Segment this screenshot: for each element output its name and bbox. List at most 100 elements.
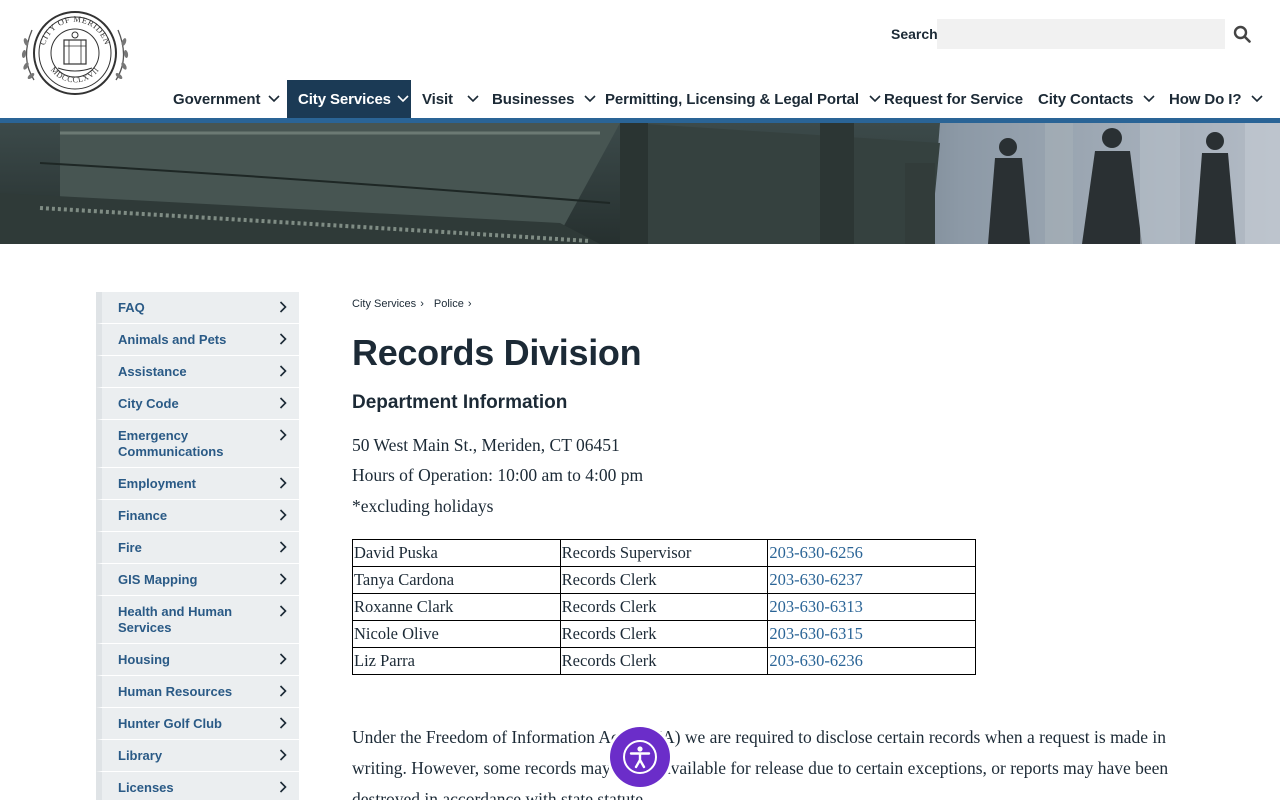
- search-icon: [1233, 25, 1251, 43]
- chevron-right-icon: [279, 685, 287, 701]
- site-header: CITY OF MERIDEN MDCCCLXVII Search Govern…: [0, 0, 1280, 118]
- nav-label: Businesses: [492, 90, 575, 108]
- contact-phone-link[interactable]: 203-630-6313: [767, 593, 976, 621]
- chevron-right-icon: [279, 365, 287, 381]
- nav-visit[interactable]: Visit: [412, 80, 489, 118]
- breadcrumb-separator: ›: [420, 298, 424, 310]
- table-row: David Puska Records Supervisor 203-630-6…: [352, 539, 976, 567]
- chevron-down-icon: [268, 95, 280, 103]
- contact-role: Records Clerk: [559, 566, 769, 594]
- sidebar-item-faq[interactable]: FAQ: [96, 292, 299, 324]
- sidebar-item-housing[interactable]: Housing: [96, 644, 299, 676]
- contact-phone-link[interactable]: 203-630-6236: [767, 647, 976, 675]
- nav-request-for-service[interactable]: Request for Service: [874, 80, 1033, 118]
- nav-city-contacts[interactable]: City Contacts: [1028, 80, 1165, 118]
- sidebar-item-library[interactable]: Library: [96, 740, 299, 772]
- sidebar-item-gis-mapping[interactable]: GIS Mapping: [96, 564, 299, 596]
- sidebar-item-health-and-human-services[interactable]: Health and Human Services: [96, 596, 299, 644]
- sidebar-item-label: Finance: [118, 508, 168, 523]
- chevron-right-icon: [279, 605, 287, 621]
- chevron-right-icon: [279, 509, 287, 525]
- table-row: Roxanne Clark Records Clerk 203-630-6313: [352, 593, 976, 621]
- sidebar-item-label: Hunter Golf Club: [118, 716, 222, 731]
- chevron-right-icon: [279, 653, 287, 669]
- chevron-right-icon: [279, 541, 287, 557]
- contact-name: Nicole Olive: [352, 620, 561, 648]
- table-row: Nicole Olive Records Clerk 203-630-6315: [352, 620, 976, 648]
- page-title: Records Division: [352, 332, 642, 373]
- accessibility-button[interactable]: [610, 727, 670, 787]
- chevron-right-icon: [279, 301, 287, 317]
- chevron-right-icon: [279, 749, 287, 765]
- sidebar-item-label: Health and Human Services: [118, 604, 233, 635]
- contact-phone-link[interactable]: 203-630-6256: [767, 539, 976, 567]
- hero-banner-image: [0, 123, 1280, 244]
- nav-government[interactable]: Government: [163, 80, 290, 118]
- sidebar-item-finance[interactable]: Finance: [96, 500, 299, 532]
- nav-label: How Do I?: [1169, 90, 1242, 108]
- breadcrumb: City Services › Police ›: [352, 298, 478, 310]
- nav-label: Request for Service: [884, 90, 1023, 108]
- section-heading: Department Information: [352, 392, 568, 413]
- contact-name: Tanya Cardona: [352, 566, 561, 594]
- nav-label: City Services: [298, 90, 391, 108]
- sidebar-item-label: Animals and Pets: [118, 332, 227, 347]
- department-address: 50 West Main St., Meriden, CT 06451: [352, 435, 620, 455]
- nav-label: Permitting, Licensing & Legal Portal: [605, 90, 859, 108]
- contact-name: David Puska: [352, 539, 561, 567]
- nav-permitting-licensing-legal[interactable]: Permitting, Licensing & Legal Portal: [595, 80, 891, 118]
- sidebar-item-emergency-communications[interactable]: Emergency Communications: [96, 420, 299, 468]
- breadcrumb-police[interactable]: Police: [434, 298, 464, 310]
- nav-businesses[interactable]: Businesses: [482, 80, 606, 118]
- sidebar-nav: FAQ Animals and Pets Assistance City Cod…: [96, 292, 299, 800]
- search-button[interactable]: [1230, 22, 1254, 46]
- contact-role: Records Supervisor: [559, 539, 769, 567]
- search-input[interactable]: [937, 19, 1225, 49]
- sidebar-item-licenses[interactable]: Licenses: [96, 772, 299, 800]
- nav-label: Visit: [422, 90, 453, 108]
- sidebar-item-hunter-golf-club[interactable]: Hunter Golf Club: [96, 708, 299, 740]
- sidebar-item-label: GIS Mapping: [118, 572, 198, 587]
- chevron-right-icon: [279, 477, 287, 493]
- contact-name: Roxanne Clark: [352, 593, 561, 621]
- nav-label: Government: [173, 90, 261, 108]
- chevron-right-icon: [279, 717, 287, 733]
- sidebar-item-city-code[interactable]: City Code: [96, 388, 299, 420]
- chevron-down-icon: [397, 95, 409, 103]
- sidebar-item-fire[interactable]: Fire: [96, 532, 299, 564]
- city-seal-logo[interactable]: CITY OF MERIDEN MDCCCLXVII: [14, 8, 136, 98]
- chevron-right-icon: [279, 573, 287, 589]
- sidebar-item-human-resources[interactable]: Human Resources: [96, 676, 299, 708]
- sidebar-item-label: FAQ: [118, 300, 145, 315]
- table-row: Tanya Cardona Records Clerk 203-630-6237: [352, 566, 976, 594]
- contact-phone-link[interactable]: 203-630-6237: [767, 566, 976, 594]
- sidebar-item-label: Library: [118, 748, 163, 763]
- foia-paragraph: Under the Freedom of Information Act (FO…: [352, 727, 1169, 800]
- chevron-right-icon: [279, 333, 287, 349]
- sidebar-item-label: Assistance: [118, 364, 187, 379]
- sidebar-item-label: Human Resources: [118, 684, 233, 699]
- sidebar-item-label: Housing: [118, 652, 170, 667]
- nav-city-services[interactable]: City Services: [287, 80, 411, 118]
- chevron-right-icon: [279, 397, 287, 413]
- contact-role: Records Clerk: [559, 620, 769, 648]
- sidebar-item-label: City Code: [118, 396, 179, 411]
- chevron-right-icon: [279, 429, 287, 445]
- sidebar-item-assistance[interactable]: Assistance: [96, 356, 299, 388]
- breadcrumb-city-services[interactable]: City Services: [352, 298, 416, 310]
- chevron-down-icon: [1251, 95, 1264, 103]
- sidebar-item-employment[interactable]: Employment: [96, 468, 299, 500]
- contacts-table: David Puska Records Supervisor 203-630-6…: [352, 539, 976, 675]
- accessibility-icon: [623, 740, 657, 774]
- hours-note: *excluding holidays: [352, 496, 494, 516]
- search-label: Search: [891, 26, 938, 42]
- table-row: Liz Parra Records Clerk 203-630-6236: [352, 647, 976, 675]
- breadcrumb-separator: ›: [467, 298, 472, 310]
- nav-label: City Contacts: [1038, 90, 1134, 108]
- contact-phone-link[interactable]: 203-630-6315: [767, 620, 976, 648]
- nav-how-do-i[interactable]: How Do I?: [1159, 80, 1273, 118]
- contact-role: Records Clerk: [559, 593, 769, 621]
- sidebar-item-animals-and-pets[interactable]: Animals and Pets: [96, 324, 299, 356]
- chevron-down-icon: [1143, 95, 1155, 103]
- sidebar-item-label: Fire: [118, 540, 142, 555]
